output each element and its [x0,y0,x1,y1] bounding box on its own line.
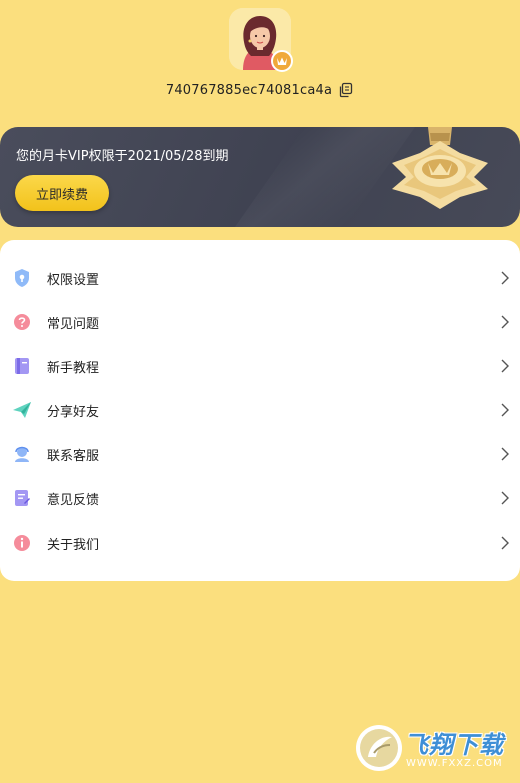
menu-item-tutorial[interactable]: 新手教程 [0,344,520,388]
menu-item-permission-settings[interactable]: 权限设置 [0,256,520,300]
avatar-container[interactable] [229,8,293,72]
info-icon [12,533,32,553]
renew-button[interactable]: 立即续费 [15,175,109,211]
chevron-right-icon [501,359,509,373]
user-id-row: 740767885ec74081ca4a [0,82,520,98]
menu-item-label: 联系客服 [47,448,100,464]
customer-service-icon [12,444,32,464]
chevron-right-icon [501,271,509,285]
question-icon [12,312,32,332]
watermark-brand: 飞翔下载 [404,731,504,759]
chevron-right-icon [501,536,509,550]
menu-item-faq[interactable]: 常见问题 [0,300,520,344]
chevron-right-icon [501,315,509,329]
watermark: 飞翔下载 WWW.FXXZ.COM [354,722,512,774]
watermark-url: WWW.FXXZ.COM [406,758,503,769]
menu-item-label: 意见反馈 [47,492,100,508]
paper-plane-icon [12,400,32,420]
vip-crown-badge-icon [271,50,293,72]
menu-item-label: 权限设置 [47,272,100,288]
vip-medal-icon [392,127,488,209]
chevron-right-icon [501,447,509,461]
user-id: 740767885ec74081ca4a [165,82,333,98]
menu-item-label: 关于我们 [47,537,100,553]
shield-icon [12,268,32,288]
menu-item-customer-service[interactable]: 联系客服 [0,432,520,476]
copy-icon[interactable] [338,82,354,98]
feedback-icon [12,488,32,508]
vip-expiry-notice: 您的月卡VIP权限于2021/05/28到期 [16,149,229,164]
menu-card: 权限设置 常见问题 新手教程 分享好友 联系客服 意见反馈 关于我们 [0,240,520,581]
menu-item-feedback[interactable]: 意见反馈 [0,476,520,520]
book-icon [12,356,32,376]
menu-item-about-us[interactable]: 关于我们 [0,521,520,565]
chevron-right-icon [501,491,509,505]
menu-item-label: 新手教程 [47,360,100,376]
watermark-logo-icon [356,725,402,771]
menu-item-label: 常见问题 [47,316,100,332]
vip-card: 您的月卡VIP权限于2021/05/28到期 立即续费 [0,127,520,227]
menu-item-label: 分享好友 [47,404,100,420]
chevron-right-icon [501,403,509,417]
menu-item-share-friends[interactable]: 分享好友 [0,388,520,432]
